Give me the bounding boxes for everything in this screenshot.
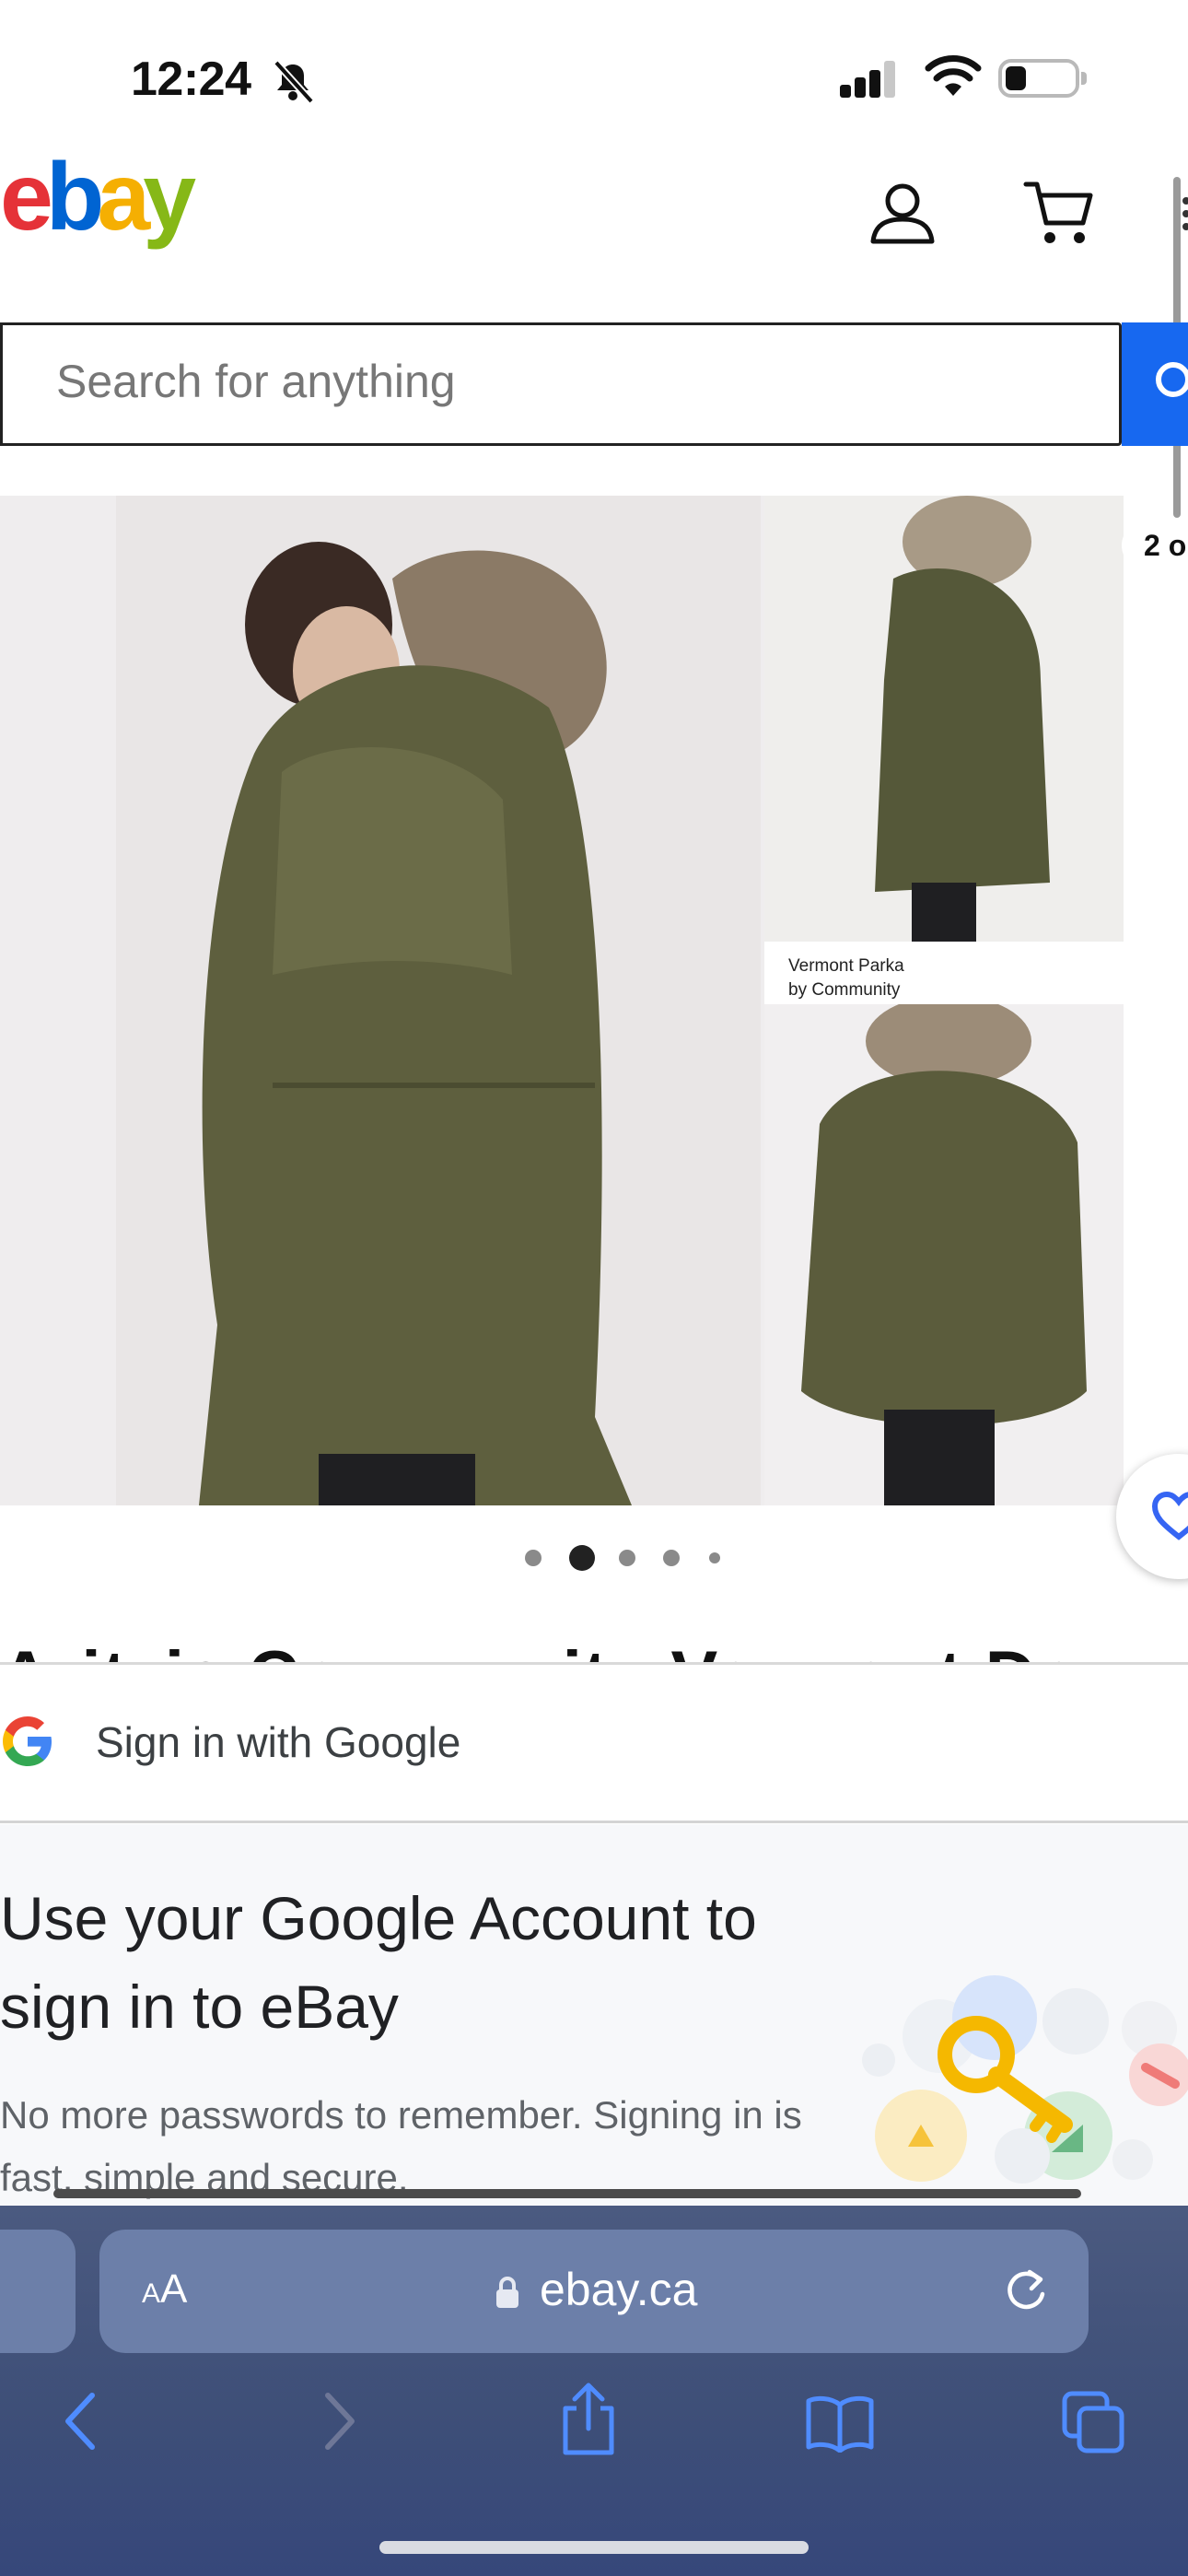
- bookmarks-icon[interactable]: [805, 2394, 875, 2453]
- previous-tab[interactable]: [0, 2230, 76, 2353]
- url-text[interactable]: ebay.ca: [540, 2263, 697, 2316]
- forward-icon[interactable]: [317, 2388, 361, 2454]
- cellular-signal-icon: [840, 61, 895, 98]
- battery-icon: [998, 59, 1087, 98]
- share-icon[interactable]: [556, 2381, 621, 2458]
- google-icon: [3, 1716, 52, 1766]
- search-field[interactable]: Search for anything: [0, 322, 1122, 446]
- ebay-logo[interactable]: ebay: [0, 149, 196, 245]
- tabs-icon[interactable]: [1061, 2390, 1127, 2454]
- divider: [0, 1821, 1188, 1823]
- search-icon: [1156, 362, 1188, 397]
- product-thumbnail-back[interactable]: [764, 1004, 1124, 1505]
- gallery-pagination: [525, 1542, 728, 1571]
- bell-slash-icon: [274, 60, 314, 104]
- image-counter: 2 o: [1122, 521, 1188, 569]
- watch-button[interactable]: [1116, 1454, 1188, 1579]
- product-thumbnail-side[interactable]: [764, 496, 1124, 942]
- text-size-button[interactable]: AA: [142, 2266, 187, 2313]
- passkey-illustration: [862, 1975, 1188, 2184]
- google-signin-heading: Use your Google Account to sign in to eB…: [0, 1884, 757, 2041]
- lock-icon: [496, 2277, 518, 2308]
- google-signin-title: Sign in with Google: [96, 1718, 461, 1766]
- back-icon[interactable]: [59, 2388, 103, 2454]
- user-icon[interactable]: [868, 177, 938, 247]
- reload-icon[interactable]: [1002, 2263, 1050, 2314]
- home-indicator: [379, 2541, 809, 2554]
- menu-icon[interactable]: [1179, 195, 1188, 232]
- thumbnail-caption: Vermont Parka by Community: [764, 942, 1124, 1004]
- listing-title: Aritzia Community Vermont Down Parka: [0, 1629, 1188, 1662]
- cart-icon[interactable]: [1022, 177, 1096, 247]
- search-input[interactable]: Search for anything: [56, 355, 456, 408]
- wifi-icon: [925, 55, 982, 96]
- status-time: 12:24: [131, 53, 251, 106]
- sheet-scroll-indicator: [53, 2189, 1081, 2198]
- product-photo-main[interactable]: [116, 496, 761, 1505]
- heart-icon: [1151, 1491, 1188, 1540]
- search-button[interactable]: [1122, 322, 1188, 446]
